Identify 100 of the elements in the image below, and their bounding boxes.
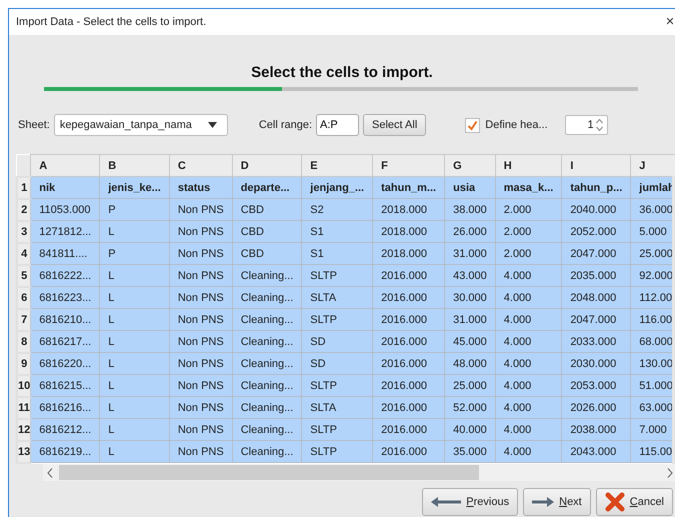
next-button[interactable]: Next <box>523 488 591 516</box>
table-cell: jenjang_... <box>302 176 373 198</box>
table-cell: jenis_ke... <box>100 176 170 198</box>
table-cell: 25.000 <box>444 374 496 396</box>
table-cell: 2047.000 <box>562 308 631 330</box>
scroll-right-icon[interactable] <box>667 468 673 478</box>
table-cell: CBD <box>232 242 302 264</box>
table-cell: 2052.000 <box>562 220 631 242</box>
column-header[interactable]: H <box>495 154 562 176</box>
table-cell: 6816220... <box>30 352 100 374</box>
step-heading: Select the cells to import. <box>250 64 434 81</box>
table-cell: S1 <box>302 220 373 242</box>
table-cell: 2043.000 <box>562 440 631 462</box>
table-cell: 4.000 <box>495 396 562 418</box>
table-cell: 2018.000 <box>372 242 445 264</box>
table-cell: 2016.000 <box>372 418 445 440</box>
table-cell: P <box>100 242 170 264</box>
column-header[interactable]: C <box>169 154 232 176</box>
table-cell: 2033.000 <box>562 330 631 352</box>
table-cell: tahun_m... <box>372 176 445 198</box>
table-cell: 2016.000 <box>372 286 445 308</box>
table-cell: 4.000 <box>495 418 562 440</box>
table-cell: 2.000 <box>495 198 562 220</box>
scroll-left-icon[interactable] <box>47 468 53 478</box>
table-cell: Non PNS <box>169 374 232 396</box>
row-header[interactable]: 3 <box>17 220 31 242</box>
table-cell: 4.000 <box>495 330 562 352</box>
close-button[interactable] <box>667 18 673 26</box>
column-header[interactable]: A <box>30 154 100 176</box>
cancel-button[interactable]: Cancel <box>596 488 673 516</box>
table-cell: Cleaning... <box>232 264 302 286</box>
previous-button[interactable]: Previous <box>422 488 518 516</box>
table-cell: 2018.000 <box>372 198 445 220</box>
table-cell: Non PNS <box>169 220 232 242</box>
row-header[interactable]: 7 <box>17 308 31 330</box>
table-cell: 35.000 <box>444 440 496 462</box>
row-header[interactable]: 8 <box>17 330 31 352</box>
row-header[interactable]: 1 <box>17 176 31 198</box>
column-header[interactable]: I <box>562 154 631 176</box>
column-header[interactable]: F <box>372 154 445 176</box>
table-cell: Cleaning... <box>232 308 302 330</box>
table-cell: masa_k... <box>495 176 562 198</box>
table-cell: 4.000 <box>495 308 562 330</box>
table-cell: L <box>100 308 170 330</box>
row-header[interactable]: 12 <box>17 418 31 440</box>
table-cell: Non PNS <box>169 308 232 330</box>
table-cell: L <box>100 418 170 440</box>
row-header[interactable]: 5 <box>17 264 31 286</box>
table-cell: Non PNS <box>169 330 232 352</box>
row-header[interactable]: 4 <box>17 242 31 264</box>
table-cell: 1271812... <box>30 220 100 242</box>
table-cell: 2018.000 <box>372 220 445 242</box>
table-cell: SLTP <box>302 308 373 330</box>
column-header[interactable]: G <box>444 154 496 176</box>
row-header[interactable]: 11 <box>17 396 31 418</box>
column-header[interactable]: E <box>302 154 373 176</box>
table-cell: L <box>100 440 170 462</box>
table-cell: CBD <box>232 198 302 220</box>
table-cell: 2035.000 <box>562 264 631 286</box>
table-cell: S1 <box>302 242 373 264</box>
spinner-arrows-icon <box>596 118 603 132</box>
table-cell: 4.000 <box>495 440 562 462</box>
table-cell: Non PNS <box>169 264 232 286</box>
table-cell: Non PNS <box>169 418 232 440</box>
row-header[interactable]: 13 <box>17 440 31 462</box>
table-cell: S2 <box>302 198 373 220</box>
table-cell: 6816216... <box>30 396 100 418</box>
table-cell: 6816223... <box>30 286 100 308</box>
select-all-button[interactable]: Select All <box>363 114 426 136</box>
column-header[interactable]: D <box>232 154 302 176</box>
table-cell: 2.000 <box>495 242 562 264</box>
horizontal-scrollbar[interactable] <box>43 464 675 481</box>
table-cell: L <box>100 286 170 308</box>
row-header[interactable]: 10 <box>17 374 31 396</box>
table-cell: departe... <box>232 176 302 198</box>
table-cell: 30.000 <box>444 286 496 308</box>
table-cell: Cleaning... <box>232 418 302 440</box>
column-header[interactable]: J <box>630 154 675 176</box>
cell-range-field[interactable]: A:P <box>316 114 360 136</box>
table-cell: 2038.000 <box>562 418 631 440</box>
header-rows-spinner[interactable]: 1 <box>564 115 608 135</box>
checkbox[interactable] <box>465 118 480 132</box>
table-cell: Non PNS <box>169 286 232 308</box>
row-header[interactable]: 9 <box>17 352 31 374</box>
table-cell: Cleaning... <box>232 286 302 308</box>
table-cell: 2040.000 <box>562 198 631 220</box>
row-header[interactable]: 2 <box>17 198 31 220</box>
window-title: Import Data - Select the cells to import. <box>16 16 206 28</box>
table-cell: 45.000 <box>444 330 496 352</box>
sheet-label: Sheet: <box>18 119 50 131</box>
table-cell: 2053.000 <box>562 374 631 396</box>
sheet-dropdown[interactable]: kepegawaian_tanpa_nama <box>54 114 228 136</box>
table-cell: 2016.000 <box>372 264 445 286</box>
table-cell: 40.000 <box>444 418 496 440</box>
table-cell: SLTP <box>302 440 373 462</box>
table-cell: 841811.... <box>30 242 100 264</box>
row-header[interactable]: 6 <box>17 286 31 308</box>
column-header[interactable]: B <box>100 154 170 176</box>
table-cell: CBD <box>232 220 302 242</box>
table-cell: L <box>100 264 170 286</box>
